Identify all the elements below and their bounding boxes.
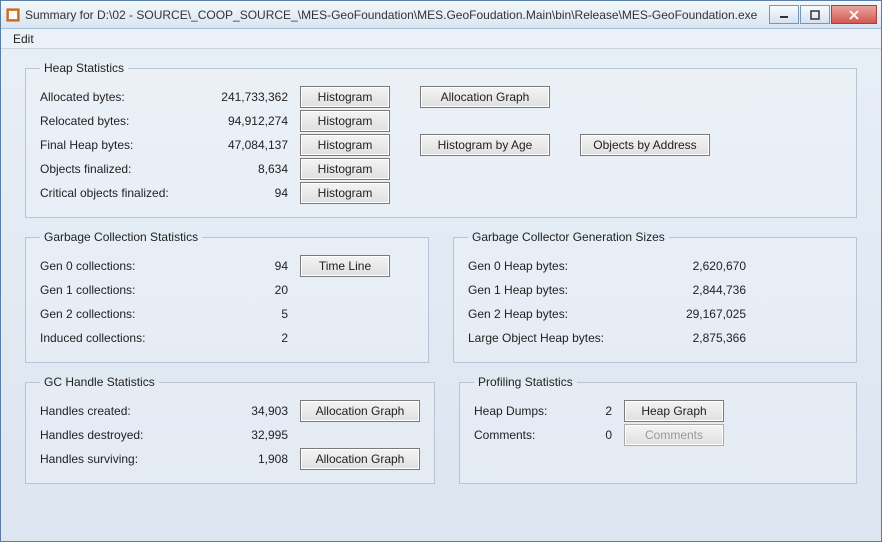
hcreated-allocgraph-button[interactable]: Allocation Graph <box>300 400 420 422</box>
close-button[interactable] <box>831 5 877 24</box>
comments-button: Comments <box>624 424 724 446</box>
app-icon <box>5 7 21 23</box>
comments-value: 0 <box>594 428 624 442</box>
menubar: Edit <box>1 29 881 49</box>
window-controls <box>768 5 877 24</box>
heap-statistics-group: Heap Statistics Allocated bytes: 241,733… <box>25 61 857 218</box>
objfinal-value: 8,634 <box>210 162 300 176</box>
induced-label: Induced collections: <box>40 331 210 345</box>
heap-legend: Heap Statistics <box>40 61 128 75</box>
gensize1-value: 2,844,736 <box>668 283 758 297</box>
profiling-group: Profiling Statistics Heap Dumps: 2 Heap … <box>459 375 857 484</box>
window-title: Summary for D:\02 - SOURCE\_COOP_SOURCE_… <box>25 8 768 22</box>
gensize1-label: Gen 1 Heap bytes: <box>468 283 668 297</box>
critfinal-histogram-button[interactable]: Histogram <box>300 182 390 204</box>
gensize2-label: Gen 2 Heap bytes: <box>468 307 668 321</box>
menu-edit[interactable]: Edit <box>5 30 42 48</box>
gc-statistics-group: Garbage Collection Statistics Gen 0 coll… <box>25 230 429 363</box>
timeline-button[interactable]: Time Line <box>300 255 390 277</box>
hsurviving-value: 1,908 <box>210 452 300 466</box>
hsurviving-allocgraph-button[interactable]: Allocation Graph <box>300 448 420 470</box>
app-window: Summary for D:\02 - SOURCE\_COOP_SOURCE_… <box>0 0 882 542</box>
hdestroyed-value: 32,995 <box>210 428 300 442</box>
gc-legend: Garbage Collection Statistics <box>40 230 202 244</box>
gen0-value: 94 <box>210 259 300 273</box>
heapdumps-value: 2 <box>594 404 624 418</box>
gensize0-value: 2,620,670 <box>668 259 758 273</box>
induced-value: 2 <box>210 331 300 345</box>
titlebar[interactable]: Summary for D:\02 - SOURCE\_COOP_SOURCE_… <box>1 1 881 29</box>
profiling-legend: Profiling Statistics <box>474 375 577 389</box>
maximize-button[interactable] <box>800 5 830 24</box>
finalheap-value: 47,084,137 <box>210 138 300 152</box>
gen0-label: Gen 0 collections: <box>40 259 210 273</box>
minimize-button[interactable] <box>769 5 799 24</box>
critfinal-label: Critical objects finalized: <box>40 186 210 200</box>
gensize2-value: 29,167,025 <box>668 307 758 321</box>
allocated-histogram-button[interactable]: Histogram <box>300 86 390 108</box>
allocated-label: Allocated bytes: <box>40 90 210 104</box>
loh-label: Large Object Heap bytes: <box>468 331 668 345</box>
gen1-label: Gen 1 collections: <box>40 283 210 297</box>
gen-sizes-group: Garbage Collector Generation Sizes Gen 0… <box>453 230 857 363</box>
gc-handle-group: GC Handle Statistics Handles created: 34… <box>25 375 435 484</box>
relocated-histogram-button[interactable]: Histogram <box>300 110 390 132</box>
relocated-label: Relocated bytes: <box>40 114 210 128</box>
gensizes-legend: Garbage Collector Generation Sizes <box>468 230 669 244</box>
hcreated-value: 34,903 <box>210 404 300 418</box>
histogram-by-age-button[interactable]: Histogram by Age <box>420 134 550 156</box>
hcreated-label: Handles created: <box>40 404 210 418</box>
allocation-graph-button[interactable]: Allocation Graph <box>420 86 550 108</box>
heapgraph-button[interactable]: Heap Graph <box>624 400 724 422</box>
loh-value: 2,875,366 <box>668 331 758 345</box>
gen2-value: 5 <box>210 307 300 321</box>
objfinal-histogram-button[interactable]: Histogram <box>300 158 390 180</box>
client-area: Heap Statistics Allocated bytes: 241,733… <box>1 49 881 508</box>
finalheap-label: Final Heap bytes: <box>40 138 210 152</box>
relocated-value: 94,912,274 <box>210 114 300 128</box>
handles-legend: GC Handle Statistics <box>40 375 159 389</box>
heapdumps-label: Heap Dumps: <box>474 404 594 418</box>
hdestroyed-label: Handles destroyed: <box>40 428 210 442</box>
gen2-label: Gen 2 collections: <box>40 307 210 321</box>
hsurviving-label: Handles surviving: <box>40 452 210 466</box>
finalheap-histogram-button[interactable]: Histogram <box>300 134 390 156</box>
gen1-value: 20 <box>210 283 300 297</box>
comments-label: Comments: <box>474 428 594 442</box>
critfinal-value: 94 <box>210 186 300 200</box>
allocated-value: 241,733,362 <box>210 90 300 104</box>
objfinal-label: Objects finalized: <box>40 162 210 176</box>
objects-by-address-button[interactable]: Objects by Address <box>580 134 710 156</box>
gensize0-label: Gen 0 Heap bytes: <box>468 259 668 273</box>
